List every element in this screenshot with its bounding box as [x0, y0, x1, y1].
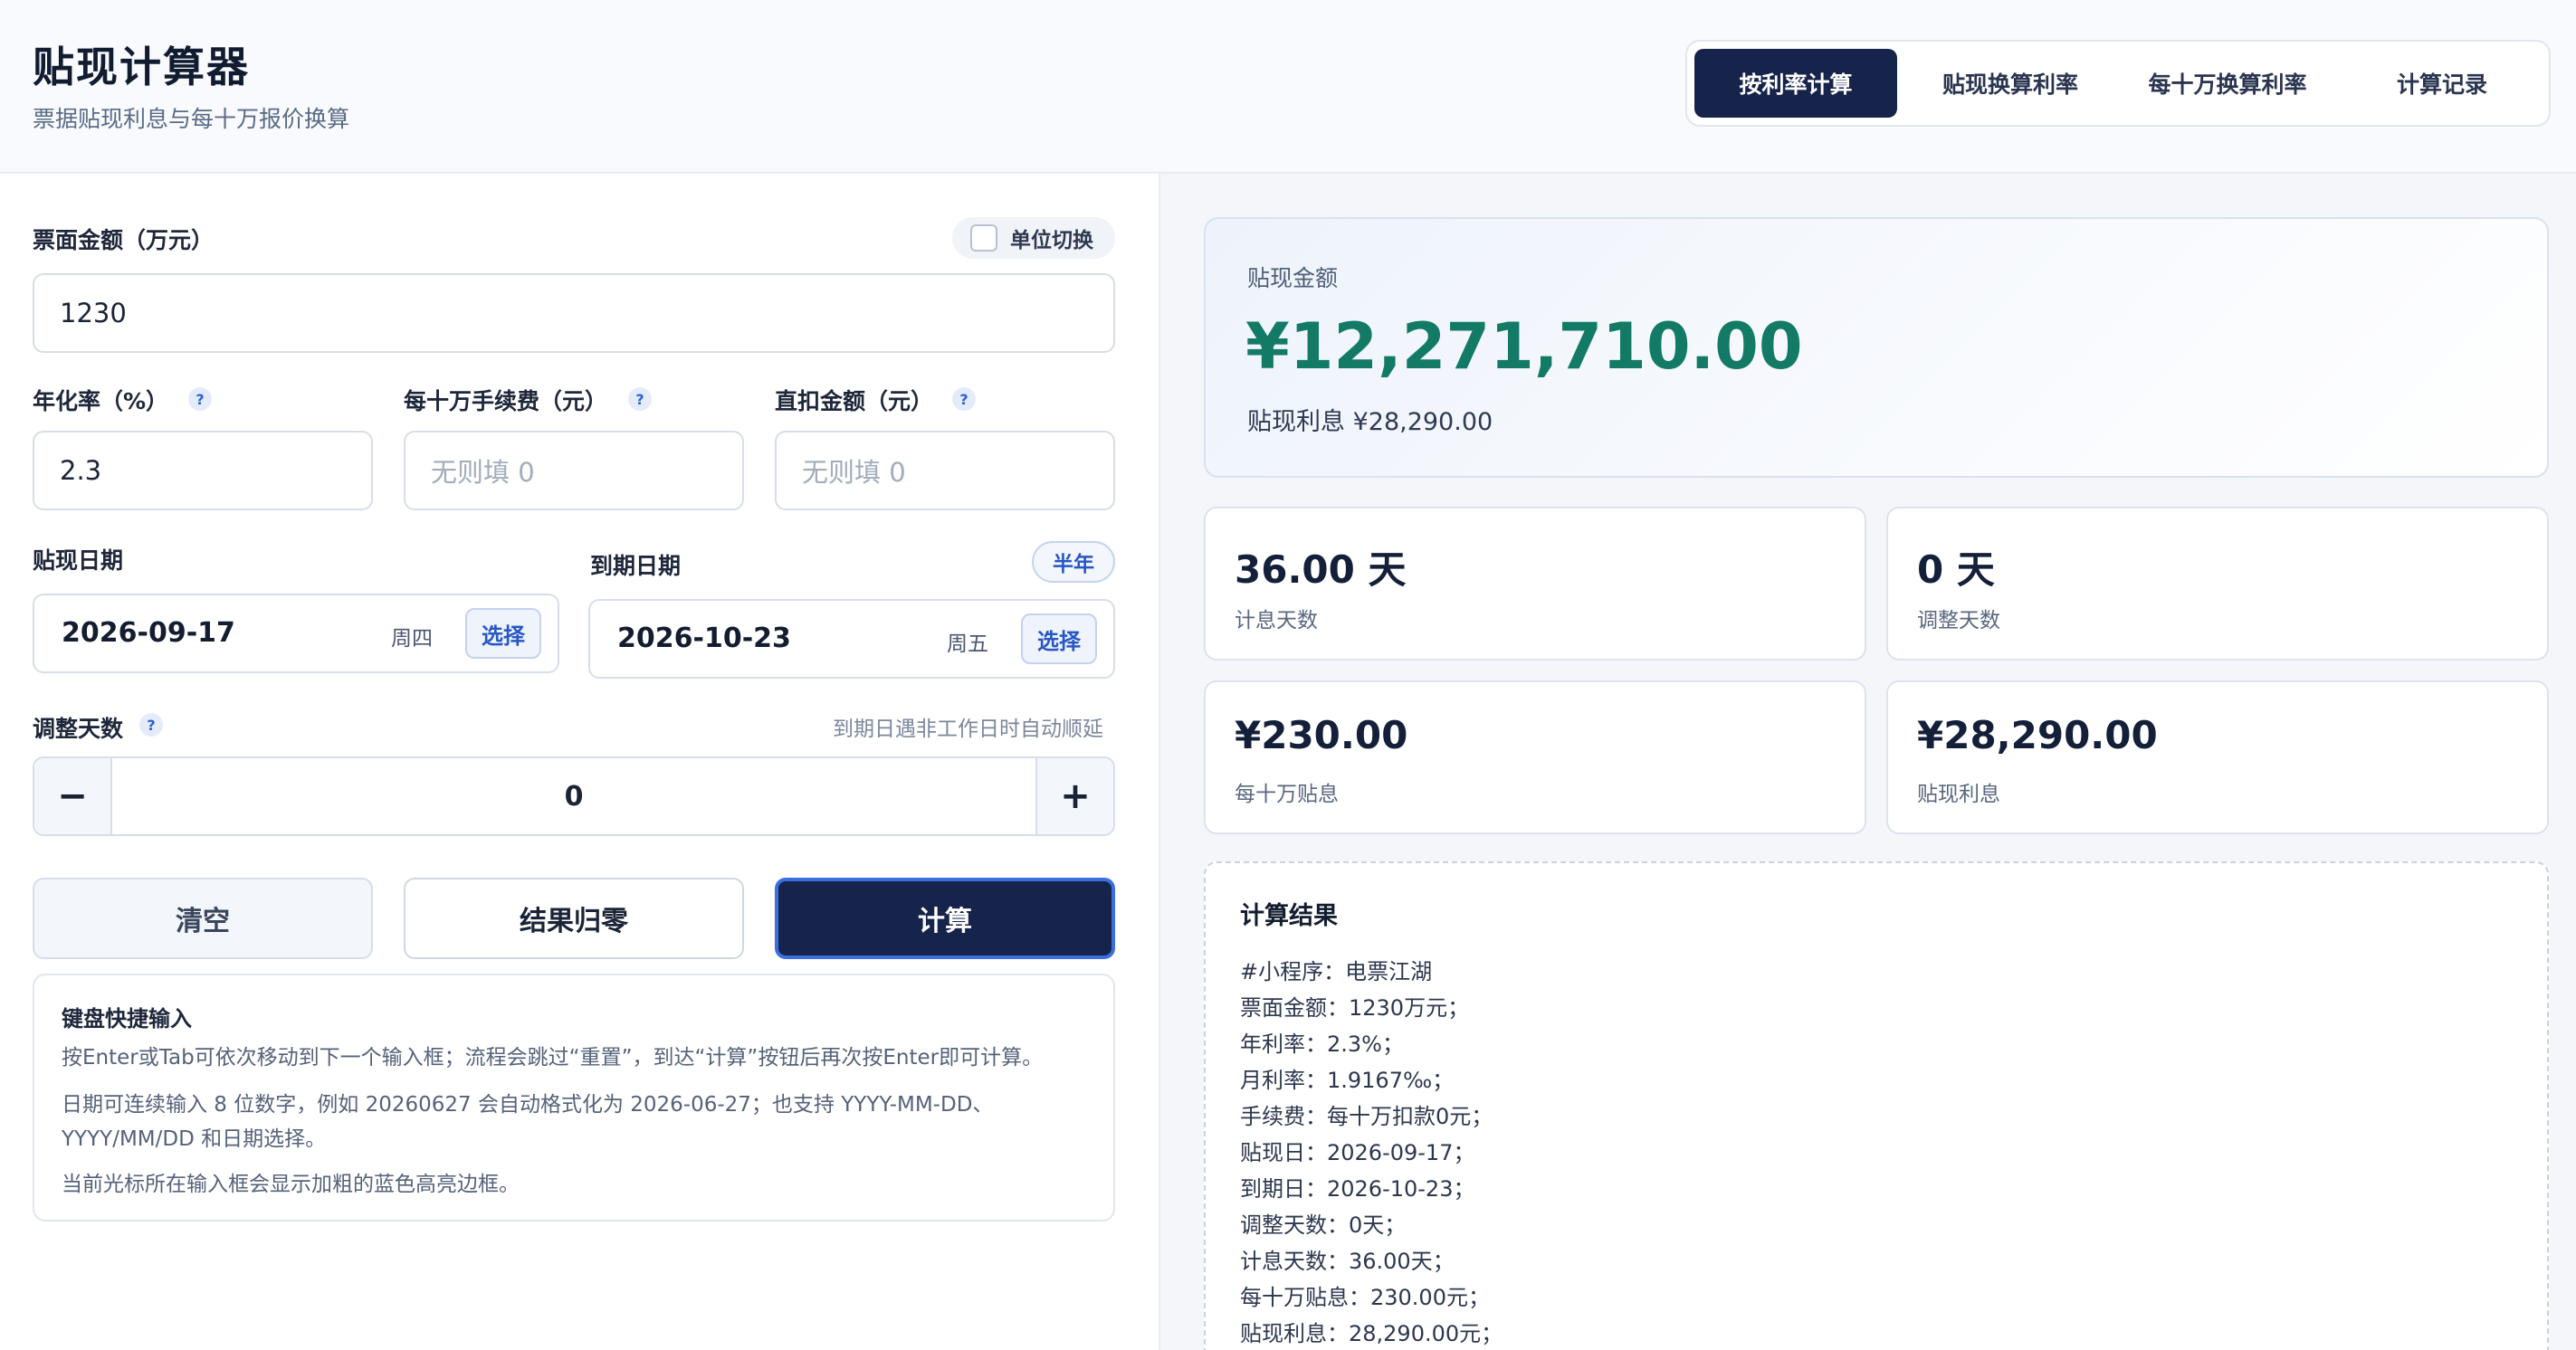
- due-date-value[interactable]: 2026-10-23: [617, 623, 791, 654]
- adjust-days-stepper: − 0 +: [33, 756, 1115, 836]
- discount-date-pick-button[interactable]: 选择: [465, 608, 541, 659]
- keyboard-help-line: 日期可连续输入 8 位数字，例如 20260627 会自动格式化为 2026-0…: [62, 1093, 994, 1117]
- result-line: 计息天数：36.00天；: [1240, 1249, 1455, 1274]
- stat-card-interest-days: 36.00 天 计息天数: [1204, 507, 1866, 661]
- reset-result-button[interactable]: 结果归零: [404, 878, 744, 959]
- calc-result-box: 计算结果 #小程序：电票江湖 票面金额：1230万元； 年利率：2.3%； 月利…: [1204, 861, 2549, 1350]
- discount-amount-label: 贴现金额: [1247, 265, 1339, 291]
- rate-input[interactable]: 2.3: [33, 431, 373, 510]
- halfyear-button[interactable]: 半年: [1032, 541, 1115, 583]
- increment-button[interactable]: +: [1035, 758, 1113, 834]
- discount-amount-card: 贴现金额 ¥12,271,710.00 贴现利息 ¥28,290.00: [1204, 217, 2549, 478]
- result-line: 年利率：2.3%；: [1240, 1032, 1404, 1057]
- result-line: 贴现日：2026-09-17；: [1240, 1140, 1475, 1165]
- due-weekday: 周五: [947, 632, 988, 656]
- due-date-field[interactable]: 2026-10-23 周五 选择: [588, 599, 1115, 679]
- fee-input[interactable]: 无则填 0: [404, 431, 744, 510]
- adjust-days-hint: 到期日遇非工作日时自动顺延: [833, 718, 1103, 741]
- adjust-days-value[interactable]: 0: [112, 758, 1035, 834]
- discount-interest-line: 贴现利息 ¥28,290.00: [1247, 408, 1493, 436]
- page-subtitle: 票据贴现利息与每十万报价换算: [33, 106, 350, 132]
- face-amount-input[interactable]: 1230: [33, 273, 1115, 353]
- stat-card-interest: ¥28,290.00 贴现利息: [1886, 680, 2549, 834]
- unit-toggle[interactable]: 单位切换: [952, 217, 1115, 259]
- result-line: 贴现利息：28,290.00元；: [1240, 1321, 1503, 1346]
- stat-card-adjust-days: 0 天 调整天数: [1886, 507, 2549, 661]
- stat-label: 贴现利息: [1917, 783, 2000, 806]
- result-line: 到期日：2026-10-23；: [1240, 1176, 1475, 1202]
- deduct-help-icon[interactable]: ?: [952, 387, 976, 411]
- result-line: 每十万贴息：230.00元；: [1240, 1285, 1490, 1310]
- page-title: 贴现计算器: [33, 43, 250, 91]
- stat-label: 计息天数: [1235, 609, 1318, 632]
- stat-value: 36.00 天: [1235, 547, 1407, 592]
- unit-checkbox[interactable]: [970, 224, 997, 252]
- stat-label: 每十万贴息: [1235, 783, 1339, 806]
- result-line: #小程序：电票江湖: [1240, 959, 1433, 984]
- tab-per-100k-to-rate[interactable]: 每十万换算利率: [2120, 49, 2335, 118]
- tab-discount-to-rate[interactable]: 贴现换算利率: [1908, 49, 2113, 118]
- discount-date-value[interactable]: 2026-09-17: [62, 617, 235, 649]
- deduct-label: 直扣金额（元）: [775, 388, 934, 414]
- keyboard-help-line: 当前光标所在输入框会显示加粗的蓝色高亮边框。: [62, 1173, 520, 1196]
- keyboard-help-box: 键盘快捷输入 按Enter或Tab可依次移动到下一个输入框；流程会跳过“重置”，…: [33, 974, 1115, 1222]
- deduct-input[interactable]: 无则填 0: [775, 431, 1115, 510]
- unit-toggle-label: 单位切换: [1010, 229, 1093, 252]
- app-header: 贴现计算器 票据贴现利息与每十万报价换算 按利率计算 贴现换算利率 每十万换算利…: [0, 0, 2576, 174]
- keyboard-help-title: 键盘快捷输入: [62, 1006, 192, 1032]
- fee-label: 每十万手续费（元）: [404, 388, 608, 414]
- due-date-pick-button[interactable]: 选择: [1021, 613, 1097, 664]
- tab-rate-calc[interactable]: 按利率计算: [1694, 49, 1897, 118]
- discount-date-label: 贴现日期: [33, 547, 124, 574]
- stat-value: 0 天: [1917, 547, 1995, 592]
- mode-tabs: 按利率计算 贴现换算利率 每十万换算利率 计算记录: [1685, 40, 2551, 127]
- stat-value: ¥28,290.00: [1917, 713, 2158, 757]
- adjust-days-label: 调整天数: [33, 716, 124, 742]
- decrement-button[interactable]: −: [34, 758, 112, 834]
- rate-help-icon[interactable]: ?: [188, 387, 212, 411]
- stat-value: ¥230.00: [1235, 713, 1408, 757]
- result-line: 月利率：1.9167‰；: [1240, 1068, 1455, 1093]
- face-amount-label: 票面金额（万元）: [33, 227, 215, 253]
- result-line: 调整天数：0天；: [1240, 1212, 1407, 1238]
- result-line: 手续费：每十万扣款0元；: [1240, 1104, 1493, 1129]
- keyboard-help-line: 按Enter或Tab可依次移动到下一个输入框；流程会跳过“重置”，到达“计算”按…: [62, 1046, 1044, 1070]
- fee-help-icon[interactable]: ?: [628, 387, 652, 411]
- result-title: 计算结果: [1240, 902, 1338, 930]
- rate-label: 年化率（%）: [33, 388, 169, 414]
- keyboard-help-line: YYYY/MM/DD 和日期选择。: [62, 1127, 327, 1151]
- clear-button[interactable]: 清空: [33, 878, 373, 959]
- discount-date-field[interactable]: 2026-09-17 周四 选择: [33, 594, 559, 673]
- stat-label: 调整天数: [1917, 609, 2000, 632]
- adjust-days-help-icon[interactable]: ?: [139, 713, 163, 737]
- discount-weekday: 周四: [391, 627, 433, 651]
- stat-card-per-100k: ¥230.00 每十万贴息: [1204, 680, 1866, 834]
- result-line: 票面金额：1230万元；: [1240, 995, 1470, 1021]
- tab-history[interactable]: 计算记录: [2342, 49, 2542, 118]
- discount-amount-value: ¥12,271,710.00: [1245, 309, 1803, 384]
- calculate-button[interactable]: 计算: [775, 878, 1115, 959]
- due-date-label: 到期日期: [590, 553, 682, 579]
